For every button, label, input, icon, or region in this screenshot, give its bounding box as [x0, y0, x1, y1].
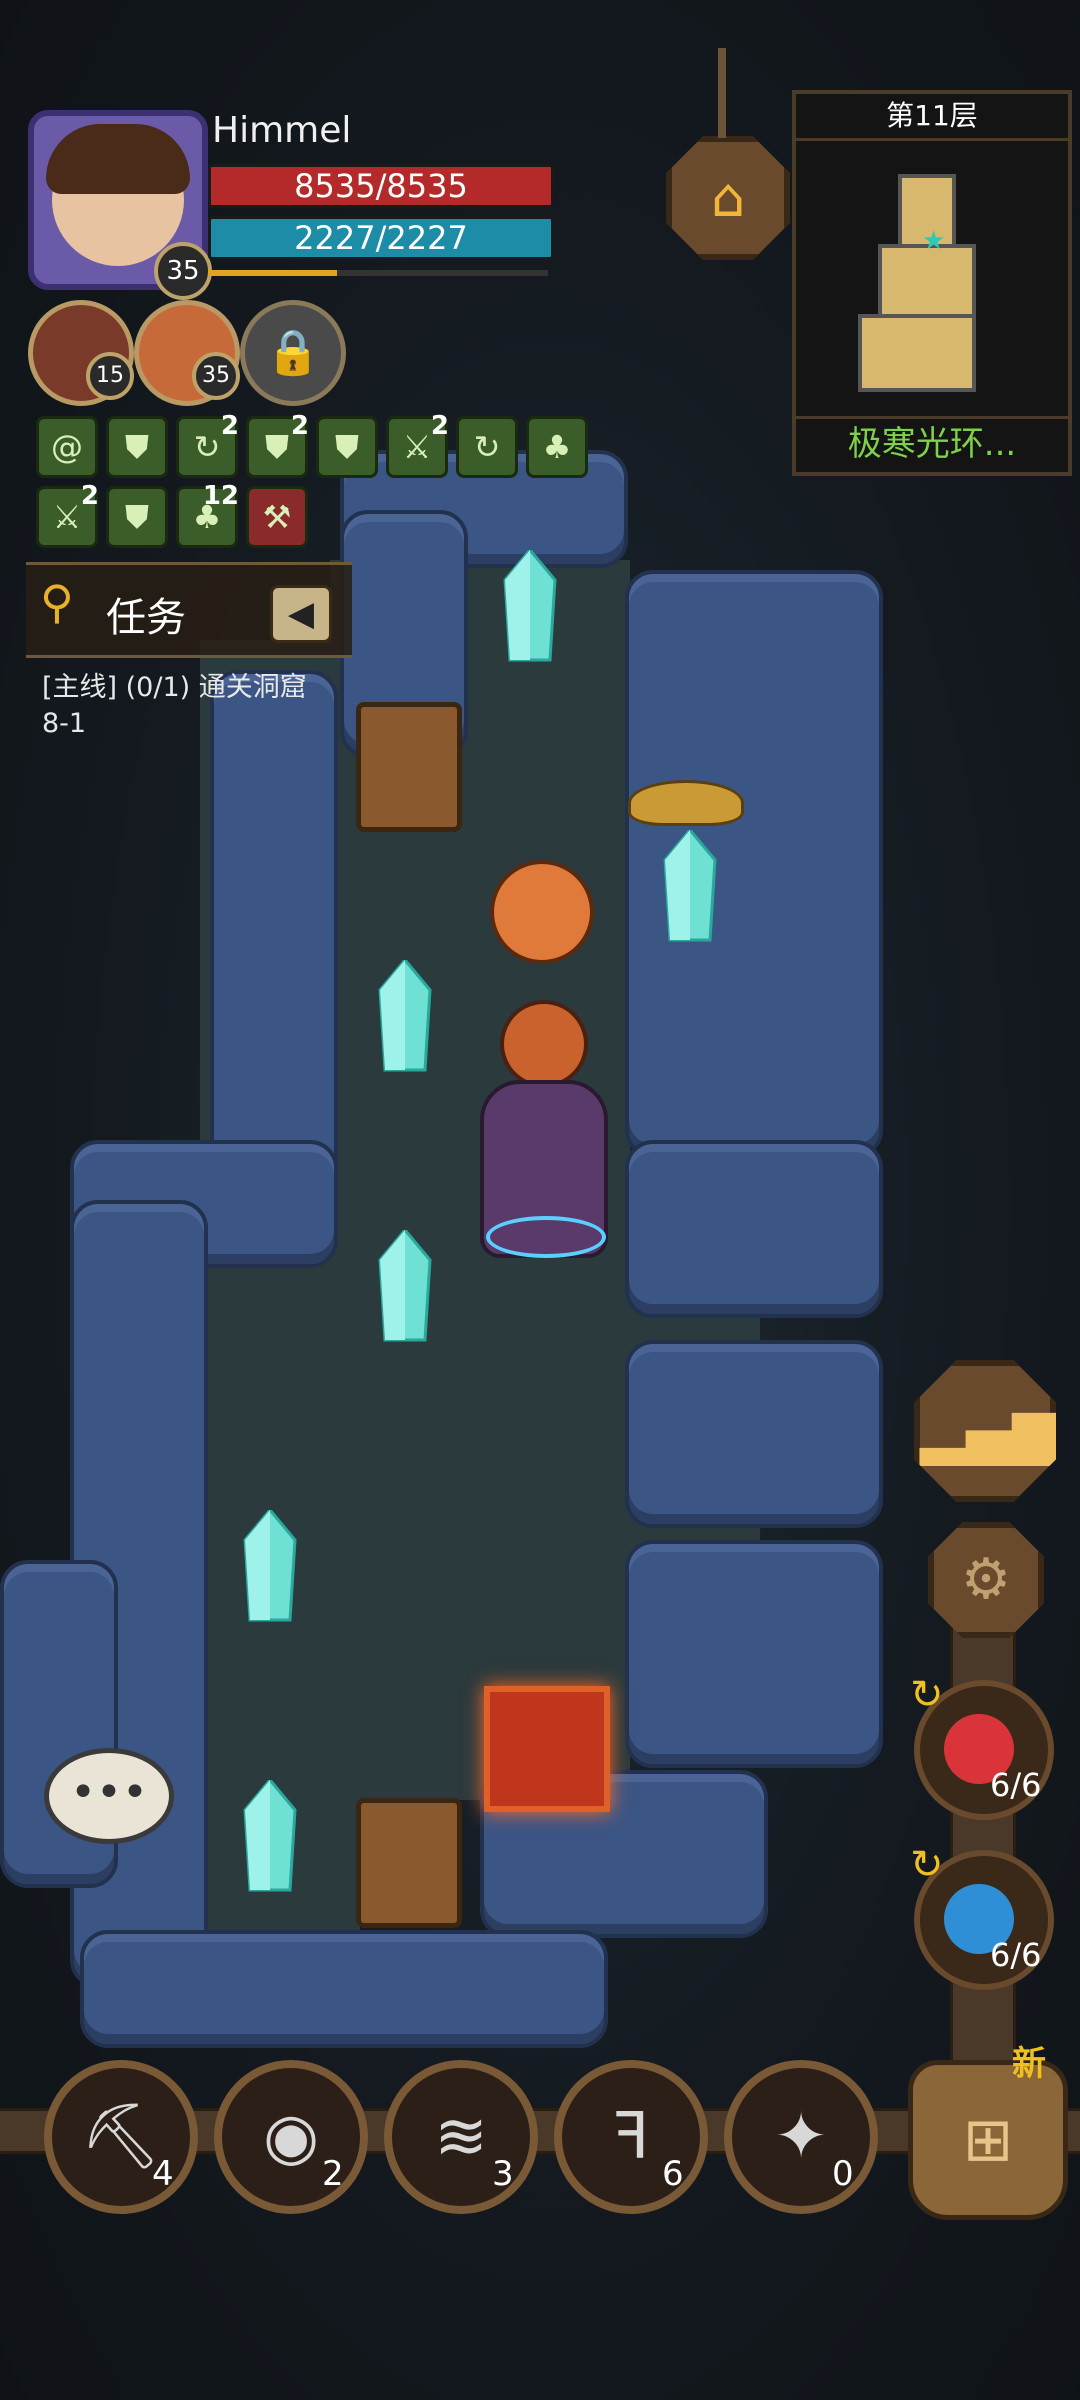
- buff-slot[interactable]: ♣ 12: [176, 481, 239, 548]
- tool-count: 3: [492, 2154, 514, 2194]
- aura-label[interactable]: 极寒光环...: [796, 416, 1068, 469]
- tool-slot[interactable]: ✦: [724, 2060, 878, 2214]
- buff-stack-count: 12: [202, 481, 239, 511]
- axe-icon: ⚒: [262, 498, 292, 536]
- buff-stack-count: 2: [290, 411, 309, 441]
- buff-slot[interactable]: ⛊: [316, 416, 378, 478]
- red-potion-count: 6/6: [990, 1766, 1042, 1804]
- ellipsis-icon: •••: [70, 1767, 148, 1818]
- chat-button[interactable]: •••: [44, 1748, 174, 1844]
- mp-bar: 2227/2227: [208, 216, 554, 260]
- new-badge: 新: [1012, 2044, 1046, 2084]
- rock-wall: [80, 1930, 608, 2048]
- house-icon: ⌂: [710, 166, 746, 229]
- shield-icon: ⛊: [124, 498, 149, 536]
- crystal: [663, 830, 717, 942]
- hp-bar: 8535/8535: [208, 164, 554, 208]
- lock-icon: 🔒: [265, 327, 321, 378]
- treasure-chest[interactable]: [356, 1798, 462, 1928]
- tool-count: 4: [152, 2154, 174, 2194]
- rock-wall: [625, 1140, 883, 1318]
- blue-potion-count: 6/6: [990, 1936, 1042, 1974]
- floor-label: 第11层: [796, 94, 1068, 141]
- crystal: [503, 550, 557, 662]
- shield-icon: ⛊: [124, 428, 149, 466]
- minimap-panel[interactable]: 第11层 ★ 极寒光环...: [792, 90, 1072, 476]
- gold-pile[interactable]: [628, 780, 744, 826]
- xp-bar-fill: [208, 270, 338, 276]
- swirl-icon: @: [51, 428, 83, 466]
- player-name: Himmel: [212, 110, 352, 151]
- tool-count: 2: [322, 2154, 344, 2194]
- mushroom-companion[interactable]: [490, 860, 594, 964]
- companion-slot-locked[interactable]: 🔒: [240, 300, 346, 406]
- rock-wall: [210, 670, 338, 1198]
- player-selection-ring: [486, 1216, 606, 1258]
- tool-slot[interactable]: ⛏: [44, 2060, 198, 2214]
- minimap-player-marker-icon: ★: [922, 226, 946, 256]
- buff-slot[interactable]: ↻: [456, 416, 518, 478]
- rock-wall: [625, 1540, 883, 1768]
- magnifier-icon: ⚲: [40, 575, 74, 629]
- buff-slot[interactable]: ♣: [526, 416, 588, 478]
- tool-count: 0: [832, 2154, 854, 2194]
- buff-slot[interactable]: ⚒: [246, 486, 308, 548]
- refresh-icon: ↻: [910, 1842, 944, 1888]
- crystal: [243, 1780, 297, 1892]
- gear-icon: ⚙: [960, 1547, 1012, 1612]
- spin-icon: ↻: [473, 428, 501, 466]
- avatar-hair: [46, 124, 190, 194]
- quest-panel[interactable]: ⚲ 任务 ◀: [26, 562, 352, 658]
- fox-companion[interactable]: [500, 1000, 588, 1088]
- refresh-icon: ↻: [910, 1672, 944, 1718]
- tool-slot[interactable]: ◉: [214, 2060, 368, 2214]
- crystal: [378, 1230, 432, 1342]
- stats-button[interactable]: ▂▄▆: [914, 1360, 1056, 1502]
- tool-count: 6: [662, 2154, 684, 2194]
- buff-slot[interactable]: @: [36, 416, 98, 478]
- minimap-rooms: [858, 174, 988, 394]
- rock-wall: [625, 1340, 883, 1528]
- hanging-rope: [718, 48, 726, 138]
- crystal: [378, 960, 432, 1072]
- buff-slot[interactable]: ⛊: [106, 416, 168, 478]
- tool-slot[interactable]: ꟻ: [554, 2060, 708, 2214]
- side-rail: [950, 1580, 1016, 2086]
- settings-button[interactable]: ⚙: [928, 1522, 1044, 1638]
- stairs-down-tile[interactable]: [484, 1686, 610, 1812]
- buff-stack-count: 2: [430, 411, 449, 441]
- buff-slot[interactable]: ⚔ 2: [386, 411, 449, 478]
- crystal: [243, 1510, 297, 1622]
- xp-bar: [208, 270, 548, 276]
- buff-stack-count: 2: [80, 481, 99, 511]
- buff-slot[interactable]: ⛊ 2: [246, 411, 309, 478]
- buff-stack-count: 2: [220, 411, 239, 441]
- companion-level-badge: 35: [192, 352, 240, 400]
- backpack-icon: ⊞: [962, 2105, 1014, 2175]
- quest-collapse-button[interactable]: ◀: [270, 585, 332, 643]
- player-level-badge: 35: [154, 242, 212, 300]
- quest-title: 任务: [106, 595, 186, 641]
- companion-level-badge: 15: [86, 352, 134, 400]
- buff-slot[interactable]: ⚔ 2: [36, 481, 99, 548]
- buff-slot[interactable]: ⛊: [106, 486, 168, 548]
- quest-description[interactable]: [主线] (0/1) 通关洞窟 8-1: [42, 670, 372, 742]
- buff-slot[interactable]: ↻ 2: [176, 411, 239, 478]
- clover-icon: ♣: [542, 428, 572, 466]
- tool-slot[interactable]: ≋: [384, 2060, 538, 2214]
- bar-chart-icon: ▂▄▆: [920, 1396, 1059, 1466]
- shield-icon: ⛊: [334, 428, 359, 466]
